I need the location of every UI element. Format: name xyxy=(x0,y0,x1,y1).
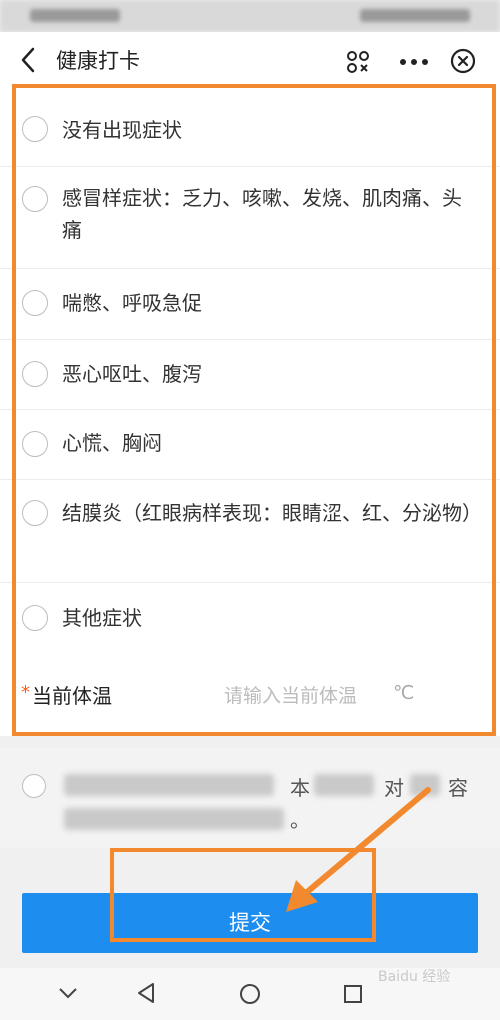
radio-button[interactable] xyxy=(22,290,48,316)
status-left-blur xyxy=(30,9,120,22)
watermark: Baidu 经验 xyxy=(378,969,451,985)
symptom-label: 喘憋、呼吸急促 xyxy=(62,291,202,315)
symptom-option-conjunctivitis[interactable]: 结膜炎（红眼病样表现：眼睛涩、红、分泌物） xyxy=(0,479,500,583)
agreement-fragment: 本 xyxy=(290,776,310,800)
symptom-label: 恶心呕吐、腹泻 xyxy=(62,362,202,386)
required-mark: * xyxy=(21,682,30,703)
symptom-list: 没有出现症状 感冒样症状：乏力、咳嗽、发烧、肌肉痛、头痛 喘憋、呼吸急促 恶心呕… xyxy=(0,88,500,660)
agreement-checkbox[interactable] xyxy=(22,774,46,798)
nav-bar: 健康打卡 xyxy=(0,32,500,88)
symptom-label: 心慌、胸闷 xyxy=(62,431,162,455)
blurred-text xyxy=(410,774,440,796)
radio-button[interactable] xyxy=(22,500,48,526)
symptom-option-nausea[interactable]: 恶心呕吐、腹泻 xyxy=(0,339,500,410)
submit-button[interactable]: 提交 xyxy=(22,893,478,953)
scan-icon[interactable] xyxy=(346,50,370,74)
symptom-label: 没有出现症状 xyxy=(62,118,182,142)
more-icon[interactable] xyxy=(396,50,432,74)
recents-square-icon[interactable] xyxy=(342,983,364,1005)
radio-button[interactable] xyxy=(22,186,48,212)
blurred-text xyxy=(64,774,274,796)
symptom-label: 感冒样症状：乏力、咳嗽、发烧、肌肉痛、头痛 xyxy=(62,186,462,242)
radio-button[interactable] xyxy=(22,431,48,457)
back-icon[interactable] xyxy=(18,46,40,74)
radio-button[interactable] xyxy=(22,605,48,631)
radio-button[interactable] xyxy=(22,361,48,387)
agreement-row: 本 对 容 。 xyxy=(0,748,500,848)
symptom-option-other[interactable]: 其他症状 xyxy=(0,582,500,660)
home-circle-icon[interactable] xyxy=(238,982,262,1006)
agreement-fragment: 容 xyxy=(448,776,468,800)
chevron-down-icon[interactable] xyxy=(58,986,78,1000)
temperature-row: * 当前体温 ℃ xyxy=(0,660,500,736)
status-bar xyxy=(0,0,500,32)
close-circle-icon[interactable] xyxy=(450,48,476,74)
temperature-label: 当前体温 xyxy=(32,684,112,708)
symptom-option-cold[interactable]: 感冒样症状：乏力、咳嗽、发烧、肌肉痛、头痛 xyxy=(0,166,500,269)
symptom-label: 其他症状 xyxy=(62,606,142,630)
temperature-input[interactable] xyxy=(222,680,396,712)
symptom-option-none[interactable]: 没有出现症状 xyxy=(0,88,500,167)
blurred-text xyxy=(64,808,284,830)
symptom-option-breathing[interactable]: 喘憋、呼吸急促 xyxy=(0,268,500,340)
status-right-blur xyxy=(360,9,470,22)
symptom-option-palpitation[interactable]: 心慌、胸闷 xyxy=(0,409,500,480)
agreement-fragment: 对 xyxy=(384,776,404,800)
radio-button[interactable] xyxy=(22,116,48,142)
temperature-unit: ℃ xyxy=(393,682,415,704)
blurred-text xyxy=(314,774,374,796)
symptom-label: 结膜炎（红眼病样表现：眼睛涩、红、分泌物） xyxy=(62,501,482,525)
agreement-fragment: 。 xyxy=(290,808,310,832)
page-title: 健康打卡 xyxy=(56,49,140,73)
back-triangle-icon[interactable] xyxy=(136,982,156,1004)
